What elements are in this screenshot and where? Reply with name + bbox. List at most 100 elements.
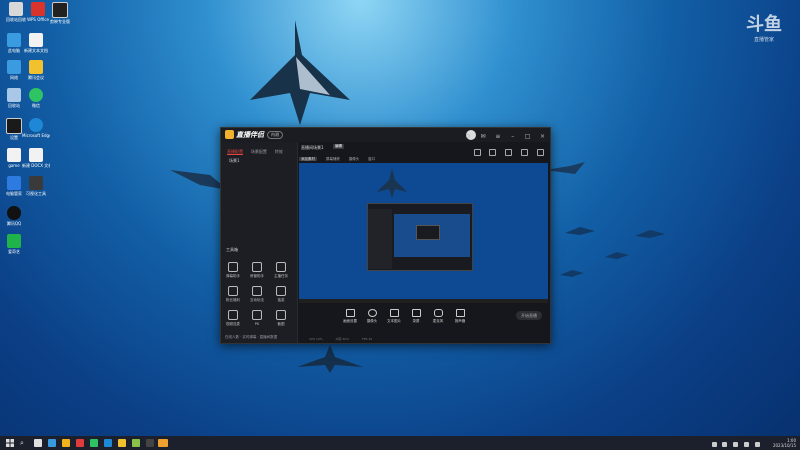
camera-button[interactable]: 摄像头	[361, 309, 383, 324]
taskbar-app-2[interactable]	[48, 439, 56, 447]
gear-icon	[6, 118, 22, 134]
desktop-icon-meeting[interactable]: 腾讯会议	[22, 60, 50, 80]
taskbar-app-3[interactable]	[62, 439, 70, 447]
pk-icon	[252, 310, 262, 320]
tool-danmu[interactable]: 弹幕助手	[223, 262, 243, 279]
start-icon[interactable]	[6, 439, 14, 447]
manta-ray-far-3	[605, 252, 629, 259]
tool-tasks[interactable]: 主播任务	[271, 262, 291, 279]
preview-taskbar	[299, 299, 548, 303]
lottery-icon	[276, 286, 286, 296]
wechat-icon	[29, 88, 43, 102]
video-icon	[228, 310, 238, 320]
scene-item[interactable]: 场景1	[229, 158, 240, 164]
desktop-icon-iqiyi[interactable]: 爱奇艺	[0, 234, 28, 254]
source-window[interactable]: 窗口	[368, 157, 375, 161]
source-camera[interactable]: 摄像头	[349, 157, 360, 161]
iqiyi-icon	[7, 234, 21, 248]
desktop-icon-edge[interactable]: Microsoft Edge	[22, 118, 50, 138]
edge-icon	[29, 118, 43, 132]
fps-status: FPS 30	[362, 337, 373, 341]
tab-live-config[interactable]: 直播配置	[227, 149, 243, 155]
recycle-icon	[9, 2, 23, 16]
tool-lottery[interactable]: 抽奖	[271, 286, 291, 303]
source-screen[interactable]: 屏幕捕获	[326, 157, 340, 161]
app-sidebar: 直播配置 场景配置 特效 场景1 工具箱 弹幕助手 房管助手 主播任务 粉丝福利…	[221, 142, 298, 343]
battery-icon[interactable]	[755, 442, 760, 447]
tool-fans[interactable]: 粉丝福利	[223, 286, 243, 303]
tool-interact[interactable]: 互动玩法	[247, 286, 267, 303]
taskbar-app-5[interactable]	[90, 439, 98, 447]
desktop-icon-txt[interactable]: 新建文本文档	[22, 33, 50, 53]
jianying-icon	[52, 2, 68, 18]
manta-ray-large	[250, 20, 350, 125]
mail-icon[interactable]: ✉	[480, 133, 487, 140]
tool-screenshot[interactable]: 截图	[271, 310, 291, 327]
screen-settings-button[interactable]: 画面设置	[339, 309, 361, 324]
manta-ray-far-1	[565, 227, 595, 235]
add-source-button[interactable]: 添加素材	[299, 157, 317, 161]
minimize-icon[interactable]: –	[509, 133, 516, 140]
taskbar-app-active[interactable]	[158, 439, 168, 447]
tray-icon-1[interactable]	[711, 442, 717, 447]
speaker-button[interactable]: 扬声器	[449, 309, 471, 324]
wifi-icon[interactable]	[733, 442, 739, 447]
tray-icon-2[interactable]	[722, 442, 728, 447]
clock[interactable]: 1:00 2023/10/15	[773, 438, 796, 448]
menu-icon[interactable]: ≡	[494, 133, 501, 140]
watermark-text: 斗鱼	[746, 14, 782, 35]
taskbar-app-7[interactable]	[118, 439, 126, 447]
live-preview[interactable]	[299, 163, 548, 303]
taskbar-app-6[interactable]	[104, 439, 112, 447]
cpu-status: CPU 12%	[309, 337, 323, 341]
watermark-logo: 斗鱼 直播管家	[744, 14, 784, 54]
windows-taskbar: ⌕ 1:00 2023/10/15	[0, 436, 800, 450]
taskbar-app-8[interactable]	[132, 439, 140, 447]
tool-room-admin[interactable]: 房管助手	[247, 262, 267, 279]
text-image-button[interactable]: 文本图片	[383, 309, 405, 324]
manta-ray-far-4	[560, 270, 584, 277]
system-tray	[709, 440, 760, 450]
taskbar-app-1[interactable]	[34, 439, 42, 447]
bell-icon	[252, 262, 262, 272]
qq-icon	[7, 206, 21, 220]
manta-ray-far-2	[635, 230, 665, 238]
folder-icon	[29, 60, 43, 74]
record-screen-button[interactable]: 录屏	[405, 309, 427, 324]
preview-manta-ray	[377, 168, 407, 198]
desktop-icons: 回收站回收 WPS Office 剪映专业版 此电脑 新建文本文档 网络 腾讯会…	[0, 0, 80, 430]
maximize-icon[interactable]: □	[524, 133, 531, 140]
streaming-app-window: 直播伴侣 内测 ⚙ ✉ ≡ – □ × 直播配置 场景配置 特效 场景1 工具箱…	[220, 127, 551, 344]
screen-record-icon	[411, 309, 421, 317]
speaker-icon	[455, 309, 465, 317]
source-bar: 添加素材 屏幕捕获 摄像头 窗口	[299, 153, 548, 161]
sidebar-tabs: 直播配置 场景配置 特效	[227, 146, 288, 156]
network-icon	[7, 60, 21, 74]
start-live-button[interactable]: 开始直播	[516, 311, 542, 320]
tab-scene-config[interactable]: 场景配置	[251, 149, 267, 154]
watermark-subtext: 直播管家	[753, 37, 774, 43]
gift-icon	[228, 286, 238, 296]
desktop-icon-tool[interactable]: 可视化工具	[22, 176, 50, 196]
search-icon[interactable]: ⌕	[20, 439, 28, 447]
nested-sidebar	[368, 209, 392, 269]
close-icon[interactable]: ×	[539, 133, 546, 140]
desktop-icon-wechat[interactable]: 微信	[22, 88, 50, 108]
taskbar-app-4[interactable]	[76, 439, 84, 447]
taskbar-app-9[interactable]	[146, 439, 154, 447]
word-icon	[29, 148, 43, 162]
microphone-button[interactable]: 麦克风	[427, 309, 449, 324]
scene-edit-tag[interactable]: 编辑	[333, 144, 344, 149]
wps-icon	[31, 2, 45, 16]
tool-pk[interactable]: PK	[247, 310, 267, 326]
window-controls: ⚙ ✉ ≡ – □ ×	[460, 131, 546, 140]
toolbox-label: 工具箱	[226, 247, 238, 252]
clock-date: 2023/10/15	[772, 443, 796, 448]
desktop-icon-jianying[interactable]: 剪映专业版	[46, 2, 74, 24]
tool-video-link[interactable]: 视频连麦	[223, 310, 243, 327]
desktop-icon-docx[interactable]: 新建 DOCX 文档	[22, 148, 50, 168]
settings-icon[interactable]: ⚙	[465, 133, 472, 140]
desktop-icon-qq[interactable]: 腾讯QQ	[0, 206, 28, 226]
volume-icon[interactable]	[744, 442, 750, 447]
tab-effects[interactable]: 特效	[275, 149, 283, 154]
